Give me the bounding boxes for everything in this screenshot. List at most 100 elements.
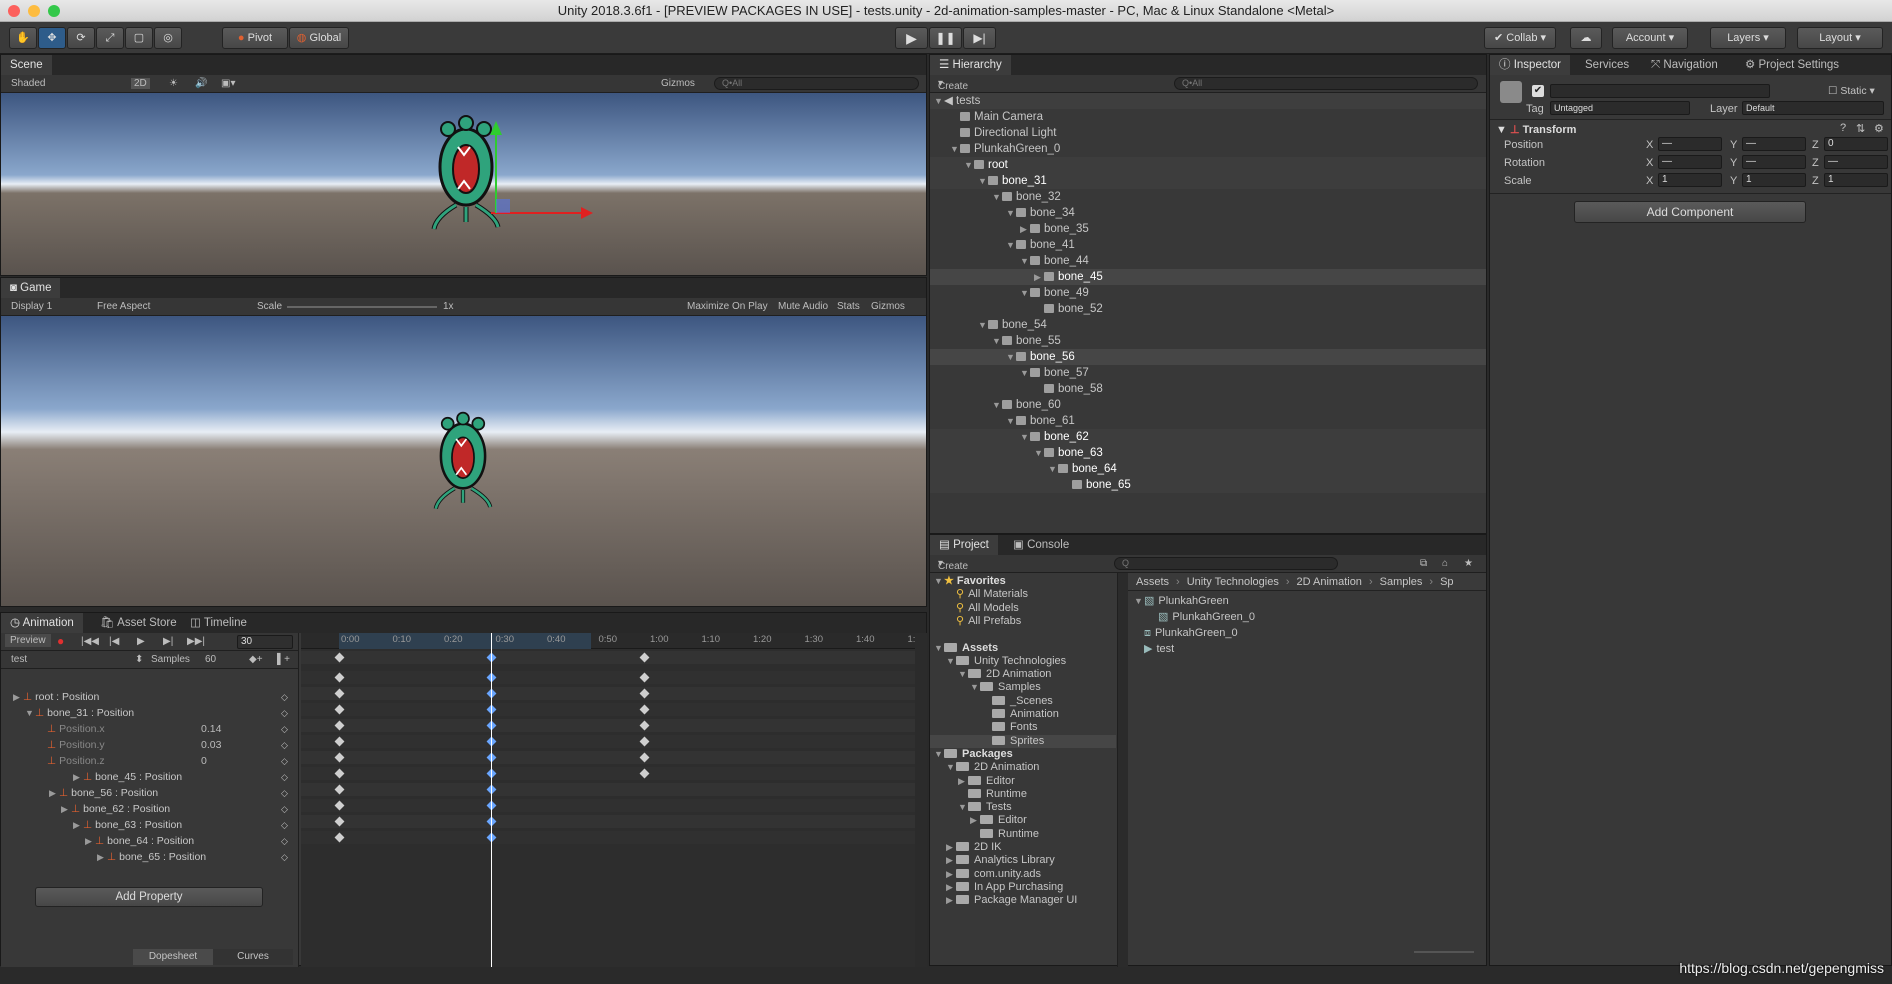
scene-character-sprite[interactable] xyxy=(1,93,926,277)
keyframe-toggle-icon[interactable]: ◇ xyxy=(281,835,288,848)
clip-dropdown[interactable]: test xyxy=(11,654,27,665)
project-tree-item[interactable]: _Scenes xyxy=(930,695,1116,708)
next-key-button[interactable]: ▶| xyxy=(163,636,173,647)
hand-tool-icon[interactable]: ✋ xyxy=(9,27,37,49)
scale-y-field[interactable]: 1 xyxy=(1742,173,1806,187)
hierarchy-item[interactable]: ▼ bone_61 xyxy=(930,413,1486,429)
tab-inspector[interactable]: ⓘ Inspector xyxy=(1490,55,1571,75)
property-arrow-icon[interactable]: ▶ xyxy=(13,691,23,704)
animation-property-row[interactable]: ▶ ⊥ root : Position ◇ xyxy=(1,691,288,704)
tab-project[interactable]: ▤ Project xyxy=(930,535,998,555)
2d-mode-toggle[interactable]: 2D xyxy=(131,78,150,89)
preview-toggle[interactable]: Preview xyxy=(5,634,51,647)
project-tree-item[interactable]: ▶ Editor xyxy=(930,775,1116,788)
animation-property-row[interactable]: ⊥ Position.x 0.14 ◇ xyxy=(1,723,288,736)
animation-property-row[interactable]: ⊥ Position.y 0.03 ◇ xyxy=(1,739,288,752)
project-tree-item[interactable]: Runtime xyxy=(930,788,1116,801)
property-arrow-icon[interactable]: ▶ xyxy=(61,803,71,816)
game-gizmos-dropdown[interactable]: Gizmos xyxy=(871,301,905,312)
hierarchy-item[interactable]: ▶ bone_45 xyxy=(930,269,1486,285)
tag-dropdown[interactable]: Untagged xyxy=(1550,101,1690,115)
tab-game[interactable]: ◙ Game xyxy=(1,278,61,298)
dopesheet-area[interactable]: 0:00 0:10 0:20 0:30 0:40 0:50 1:00 1:10 1:20 1:30… xyxy=(301,633,921,967)
transform-header[interactable]: ▼ ⊥ Transform xyxy=(1496,123,1576,136)
rotation-x-field[interactable]: — xyxy=(1658,155,1722,169)
layer-dropdown[interactable]: Default xyxy=(1742,101,1884,115)
add-keyframe-icon[interactable]: ◆+ xyxy=(249,654,263,665)
hierarchy-item[interactable]: bone_58 xyxy=(930,381,1486,397)
play-anim-button[interactable]: ▶ xyxy=(137,636,145,647)
mute-audio-toggle[interactable]: Mute Audio xyxy=(778,301,828,312)
tab-scene[interactable]: Scene xyxy=(1,55,52,75)
project-file-item[interactable]: ▶ test xyxy=(1128,641,1174,657)
expand-arrow-icon[interactable]: ▼ xyxy=(964,157,974,173)
breadcrumb-item[interactable]: Sp xyxy=(1440,576,1453,588)
expand-arrow-icon[interactable]: ▼ xyxy=(1006,237,1016,253)
hierarchy-item[interactable]: ▼ bone_41 xyxy=(930,237,1486,253)
keyframe-toggle-icon[interactable]: ◇ xyxy=(281,819,288,832)
hierarchy-item[interactable]: ▼ bone_32 xyxy=(930,189,1486,205)
add-event-icon[interactable]: ▌+ xyxy=(277,654,290,665)
project-tree-item[interactable]: Fonts xyxy=(930,721,1116,734)
hierarchy-item[interactable]: Directional Light xyxy=(930,125,1486,141)
project-tree-item[interactable]: ▼ Unity Technologies xyxy=(930,655,1116,668)
breadcrumb-item[interactable]: 2D Animation xyxy=(1297,576,1362,588)
tab-services[interactable]: Services xyxy=(1576,55,1638,75)
pause-button[interactable]: ❚❚ xyxy=(929,27,962,49)
scale-z-field[interactable]: 1 xyxy=(1824,173,1888,187)
tab-timeline[interactable]: ◫ Timeline xyxy=(181,613,256,633)
tree-arrow-icon[interactable]: ▼ xyxy=(934,642,944,655)
keyframe-toggle-icon[interactable]: ◇ xyxy=(281,755,288,768)
project-create-dropdown[interactable]: Create ▾ xyxy=(938,558,968,572)
hierarchy-item[interactable]: ▼ bone_64 xyxy=(930,461,1486,477)
hierarchy-create-dropdown[interactable]: Create ▾ xyxy=(938,78,968,92)
tree-arrow-icon[interactable]: ▼ xyxy=(946,655,956,668)
lighting-icon[interactable]: ☀ xyxy=(169,78,178,89)
property-arrow-icon[interactable]: ▶ xyxy=(73,819,83,832)
tab-project-settings[interactable]: ⚙ Project Settings xyxy=(1736,55,1848,75)
keyframe-toggle-icon[interactable]: ◇ xyxy=(281,691,288,704)
expand-arrow-icon[interactable]: ▼ xyxy=(1034,445,1044,461)
property-value[interactable]: 0.03 xyxy=(201,739,221,752)
project-tree-item[interactable]: ⚲ All Prefabs xyxy=(930,615,1116,628)
icon-size-slider[interactable] xyxy=(1414,951,1474,953)
minimize-window-button[interactable] xyxy=(28,5,40,17)
scene-search-input[interactable]: Q•All xyxy=(714,77,919,90)
animation-property-row[interactable]: ▶ ⊥ bone_56 : Position ◇ xyxy=(1,787,288,800)
playhead[interactable] xyxy=(491,633,492,967)
tree-arrow-icon[interactable]: ▶ xyxy=(970,814,980,827)
hierarchy-search-input[interactable]: Q•All xyxy=(1174,77,1478,90)
project-tree-item[interactable]: ▼ Packages xyxy=(930,748,1116,761)
shading-mode-dropdown[interactable]: Shaded xyxy=(11,78,45,89)
breadcrumb-item[interactable]: Unity Technologies xyxy=(1187,576,1279,588)
hierarchy-item[interactable]: ▶ bone_35 xyxy=(930,221,1486,237)
rect-tool-icon[interactable]: ▢ xyxy=(125,27,153,49)
tab-navigation[interactable]: ⤧ Navigation xyxy=(1642,55,1727,75)
expand-arrow-icon[interactable]: ▼ xyxy=(992,333,1002,349)
gameobject-name-field[interactable] xyxy=(1550,84,1770,98)
expand-arrow-icon[interactable]: ▼ xyxy=(992,189,1002,205)
project-tree-scrollbar[interactable] xyxy=(1118,573,1128,967)
curves-tab[interactable]: Curves xyxy=(213,949,293,965)
breadcrumb-item[interactable]: Samples xyxy=(1380,576,1423,588)
property-value[interactable]: 0.14 xyxy=(201,723,221,736)
effects-icon[interactable]: ▣▾ xyxy=(221,78,235,89)
project-tree-item[interactable]: ▶ Editor xyxy=(930,814,1116,827)
play-button[interactable]: ▶ xyxy=(895,27,928,49)
help-icon[interactable]: ? xyxy=(1840,122,1846,134)
animation-property-row[interactable]: ▶ ⊥ bone_62 : Position ◇ xyxy=(1,803,288,816)
tree-arrow-icon[interactable]: ▶ xyxy=(946,841,956,854)
transform-tool-icon[interactable]: ◎ xyxy=(154,27,182,49)
hierarchy-item[interactable]: bone_52 xyxy=(930,301,1486,317)
tab-animation[interactable]: ◷ Animation xyxy=(1,613,83,633)
record-button[interactable]: ● xyxy=(57,634,64,648)
cloud-icon[interactable]: ☁ xyxy=(1570,27,1602,49)
dopesheet-tab[interactable]: Dopesheet xyxy=(133,949,213,965)
animation-property-row[interactable]: ▶ ⊥ bone_65 : Position ◇ xyxy=(1,851,288,864)
keyframe-toggle-icon[interactable]: ◇ xyxy=(281,851,288,864)
collapse-arrow-icon[interactable]: ▶ xyxy=(1034,269,1044,285)
project-tree-item[interactable]: ▶ com.unity.ads xyxy=(930,868,1116,881)
expand-arrow-icon[interactable]: ▼ xyxy=(1006,413,1016,429)
property-value[interactable]: 0 xyxy=(201,755,207,768)
project-tree-item[interactable]: ▼★ Favorites xyxy=(930,575,1116,588)
